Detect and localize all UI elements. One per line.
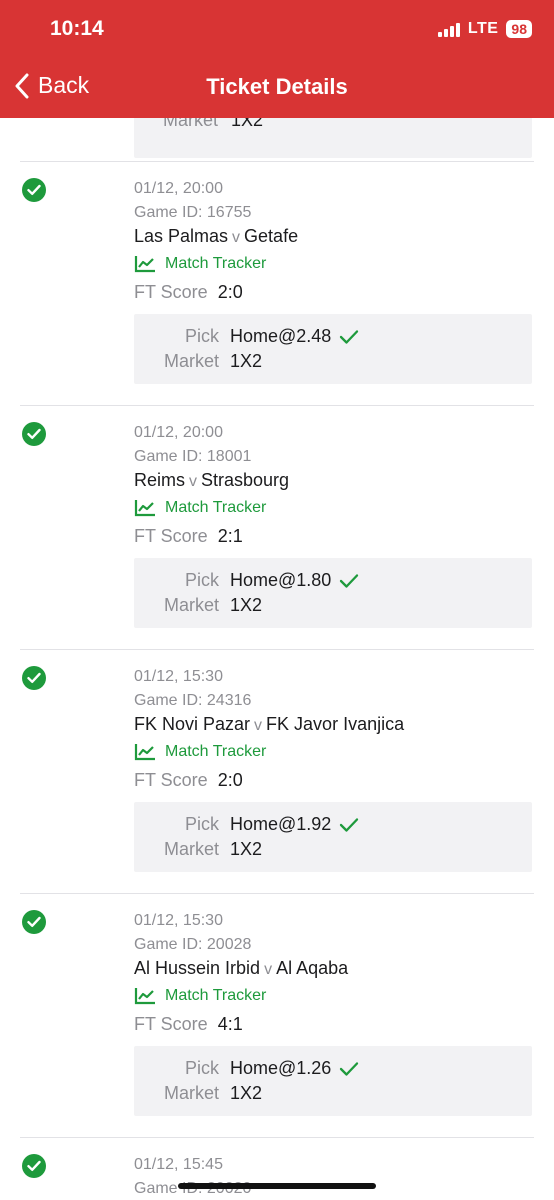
checkmark-icon <box>340 817 359 832</box>
match-tracker-link[interactable]: Match Tracker <box>134 255 266 273</box>
page-title: Ticket Details <box>206 74 348 99</box>
market-label: Market <box>163 595 219 615</box>
market-value: 1X2 <box>230 839 263 859</box>
battery-icon: 98 <box>506 20 532 38</box>
check-circle-icon <box>22 178 46 202</box>
versus-label: v <box>264 961 273 978</box>
pick-label: Pick <box>184 814 219 834</box>
market-label: Market <box>163 839 219 859</box>
ft-score: FT Score 2:0 <box>134 282 243 303</box>
pick-box: Pick Home@1.80 Market 1X2 <box>134 558 532 628</box>
game-id: Game ID: 16755 <box>134 204 252 221</box>
pick-box: Pick Home@1.92 Market 1X2 <box>134 802 532 872</box>
away-team: FK Javor Ivanjica <box>266 714 405 734</box>
match-teams: Reims v Strasbourg <box>134 470 289 491</box>
ticket-list[interactable]: Market 1X2 01/12, 20:00 Game ID: 16755 L… <box>0 0 554 1200</box>
match-datetime: 01/12, 15:30 <box>134 668 223 685</box>
match-datetime: 01/12, 15:30 <box>134 912 223 929</box>
pick-value: Home@2.48 <box>230 326 332 346</box>
game-id: Game ID: 18001 <box>134 448 252 465</box>
ft-score-value: 2:0 <box>217 282 243 302</box>
match-teams: Las Palmas v Getafe <box>134 226 298 247</box>
check-circle-icon <box>22 1154 46 1178</box>
ft-score-label: FT Score <box>134 770 208 790</box>
game-id: Game ID: 20028 <box>134 936 252 953</box>
home-team: Las Palmas <box>134 226 229 246</box>
game-id: Game ID: 24316 <box>134 692 252 709</box>
status-time: 10:14 <box>50 17 104 40</box>
bet-row: 01/12, 15:30 Game ID: 24316 FK Novi Paza… <box>0 650 554 894</box>
pick-label: Pick <box>184 326 219 346</box>
ft-score-label: FT Score <box>134 526 208 546</box>
bet-row: 01/12, 20:00 Game ID: 18001 Reims v Strasb… <box>0 406 554 650</box>
match-teams: Al Hussein Irbid v Al Aqaba <box>134 958 348 979</box>
check-circle-icon <box>22 422 46 446</box>
match-datetime: 01/12, 20:00 <box>134 180 223 197</box>
ft-score-label: FT Score <box>134 282 208 302</box>
ft-score-value: 4:1 <box>217 1014 243 1034</box>
ft-score: FT Score 4:1 <box>134 1014 243 1035</box>
pick-label: Pick <box>184 570 219 590</box>
away-team: Al Aqaba <box>276 958 349 978</box>
match-tracker-link[interactable]: Match Tracker <box>134 499 266 517</box>
check-circle-icon <box>22 910 46 934</box>
home-indicator[interactable] <box>178 1183 376 1189</box>
versus-label: v <box>254 717 263 734</box>
away-team: Strasbourg <box>201 470 290 490</box>
match-datetime: 01/12, 20:00 <box>134 424 223 441</box>
bet-row: 01/12, 20:00 Game ID: 16755 Las Palmas v G… <box>0 162 554 406</box>
ft-score-label: FT Score <box>134 1014 208 1034</box>
home-team: Al Hussein Irbid <box>134 958 261 978</box>
bet-row: 01/12, 15:45 Game ID: 20020 <box>0 1138 554 1200</box>
check-circle-icon <box>22 666 46 690</box>
match-tracker-label: Match Tracker <box>165 255 267 272</box>
ft-score: FT Score 2:0 <box>134 770 243 791</box>
pick-label: Pick <box>184 1058 219 1078</box>
checkmark-icon <box>340 573 359 588</box>
away-team: Getafe <box>244 226 299 246</box>
match-tracker-label: Match Tracker <box>165 987 267 1004</box>
market-value: 1X2 <box>230 595 263 615</box>
chart-line-icon <box>134 988 155 1005</box>
pick-value: Home@1.80 <box>230 570 332 590</box>
signal-icon <box>437 21 460 37</box>
match-datetime: 01/12, 15:45 <box>134 1156 223 1173</box>
match-teams: FK Novi Pazar v FK Javor Ivanjica <box>134 714 404 735</box>
checkmark-icon <box>340 329 359 344</box>
chart-line-icon <box>134 744 155 761</box>
market-label: Market <box>163 351 219 371</box>
ft-score-value: 2:0 <box>217 770 243 790</box>
chart-line-icon <box>134 500 155 517</box>
market-value: 1X2 <box>230 351 263 371</box>
match-tracker-label: Match Tracker <box>165 499 267 516</box>
chart-line-icon <box>134 256 155 273</box>
pick-value: Home@1.26 <box>230 1058 332 1078</box>
home-team: Reims <box>134 470 186 490</box>
ft-score-value: 2:1 <box>217 526 243 546</box>
home-team: FK Novi Pazar <box>134 714 251 734</box>
versus-label: v <box>232 229 241 246</box>
ft-score: FT Score 2:1 <box>134 526 243 547</box>
versus-label: v <box>189 473 198 490</box>
pick-value: Home@1.92 <box>230 814 332 834</box>
app-header: 10:14 LTE 98 Back Ticket Details <box>0 0 554 118</box>
match-tracker-link[interactable]: Match Tracker <box>134 743 266 761</box>
market-label: Market <box>163 1083 219 1103</box>
bet-row: 01/12, 15:30 Game ID: 20028 Al Hussein I… <box>0 894 554 1138</box>
pick-box: Pick Home@2.48 Market 1X2 <box>134 314 532 384</box>
network-type: LTE <box>467 20 499 37</box>
pick-box: Pick Home@1.26 Market 1X2 <box>134 1046 532 1116</box>
match-tracker-link[interactable]: Match Tracker <box>134 987 266 1005</box>
match-tracker-label: Match Tracker <box>165 743 267 760</box>
market-value: 1X2 <box>230 1083 263 1103</box>
status-indicators: LTE 98 <box>437 20 532 38</box>
checkmark-icon <box>340 1061 359 1076</box>
